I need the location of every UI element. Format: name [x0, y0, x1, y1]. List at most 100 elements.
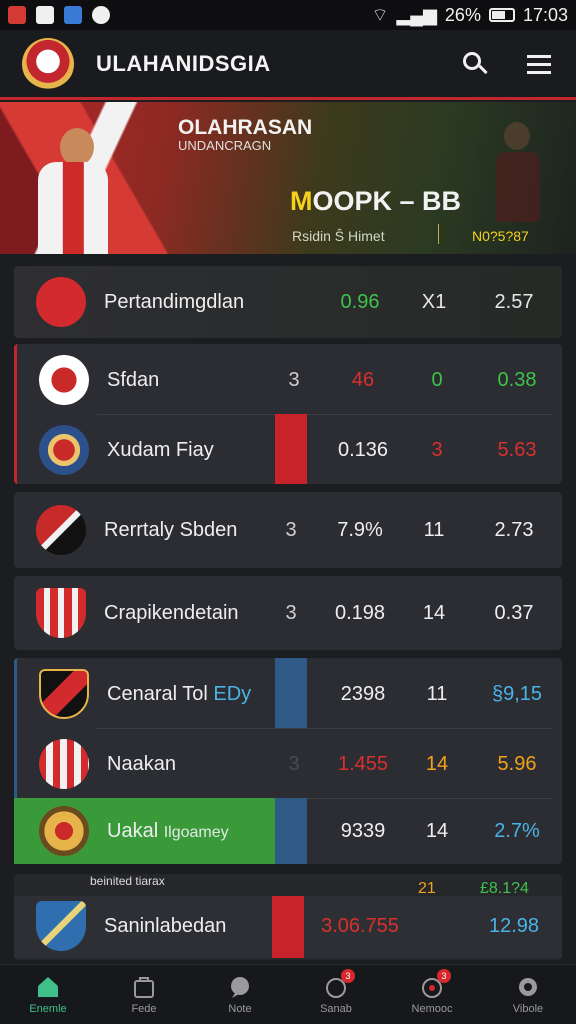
banner-code: N0?5?87 — [472, 228, 529, 244]
whistle-icon — [36, 277, 86, 327]
battery-icon — [488, 8, 515, 22]
stat-2: 9339 — [340, 819, 386, 842]
team-name: Rerrtaly Sbden — [104, 518, 238, 541]
stat-3: 0 — [431, 368, 443, 391]
menu-icon — [527, 54, 551, 58]
stat-4: 5.96 — [497, 752, 537, 775]
team-crest-icon — [36, 505, 86, 555]
battery-percent: 26% — [444, 4, 481, 25]
list-item[interactable]: Rerrtaly Sbden 3 7.9% 11 2.73 — [14, 496, 562, 564]
stat-2: 46 — [351, 368, 375, 391]
nav-nemooc[interactable]: 3 Nemooc — [384, 965, 480, 1024]
team-name: Naakan — [107, 752, 176, 775]
app-title: ULAHANIDSGIA — [96, 50, 271, 76]
odds-2: 2.57 — [494, 290, 534, 313]
stat-3: 11 — [423, 518, 445, 541]
team-crest-icon — [39, 739, 89, 789]
stat-2: 1.455 — [337, 752, 389, 775]
list-item[interactable]: Uakal Ilgoamey 9339 14 2.7% — [17, 797, 565, 865]
search-button[interactable] — [460, 49, 490, 79]
stat-1: 3 — [288, 368, 300, 391]
odds-1: 0.96 — [340, 290, 380, 313]
stat-4: 2.7% — [494, 819, 540, 842]
team-name: Xudam Fiay — [107, 438, 214, 461]
stat-1: 3 — [288, 752, 300, 775]
gallery-icon — [36, 6, 54, 24]
banner-title: OLAHRASAN — [178, 116, 313, 139]
stat-1: 3 — [285, 601, 297, 624]
nav-home[interactable]: Enemle — [0, 965, 96, 1024]
banner-matchup-accent: M — [290, 186, 313, 216]
team-name: Pertandimgdlan — [104, 290, 245, 313]
list-item[interactable]: Cenaral Tol EDy 2398 11 §9,15 — [17, 660, 565, 728]
status-bar: ⌔ ▂▄▆ 26% 17:03 — [0, 0, 576, 30]
nav-vibole[interactable]: Vibole — [480, 965, 576, 1024]
team-name: Uakal Ilgoamey — [107, 819, 229, 842]
team-crest-icon — [36, 901, 86, 951]
odds-x: X1 — [421, 290, 447, 313]
bottom-nav: Enemle Fede Note 3 Sanab 3 Nemooc Vibole — [0, 964, 576, 1024]
chat-icon — [227, 975, 253, 999]
match-card[interactable]: Crapikendetain 3 0.198 14 0.37 — [14, 576, 562, 650]
match-card[interactable]: Rerrtaly Sbden 3 7.9% 11 2.73 — [14, 492, 562, 568]
nav-label: Vibole — [512, 1002, 544, 1015]
match-card[interactable]: Sfdan 3 46 0 0.38 Xudam Fiay 0.136 3 5.6… — [14, 344, 562, 484]
list-item[interactable]: Saninlabedan 3.06.755 12.98 — [14, 892, 562, 960]
list-item[interactable]: Naakan 3 1.455 14 5.96 — [17, 730, 565, 798]
nav-sanab[interactable]: 3 Sanab — [288, 965, 384, 1024]
team-name: Sfdan — [107, 368, 160, 391]
stat-2: 7.9% — [337, 518, 383, 541]
player-jersey — [38, 162, 108, 254]
list-item[interactable]: Xudam Fiay 0.136 3 5.63 — [17, 416, 565, 484]
app-icon — [64, 6, 82, 24]
app-logo — [22, 37, 74, 90]
stat-3: 14 — [425, 819, 449, 842]
gear-icon — [515, 975, 541, 999]
match-card[interactable]: Cenaral Tol EDy 2398 11 §9,15 Naakan 3 1… — [14, 658, 562, 864]
nav-fede[interactable]: Fede — [96, 965, 192, 1024]
stat-3: 3 — [431, 438, 443, 461]
stat-4: 0.37 — [494, 601, 534, 624]
row-subtitle: beinited tiarax — [90, 874, 165, 888]
team-name: Crapikendetain — [104, 601, 239, 624]
team-crest-icon — [39, 425, 89, 475]
team-crest-icon — [36, 588, 86, 638]
team-crest-icon — [39, 355, 89, 405]
stat-3: 14 — [422, 601, 446, 624]
list-item[interactable]: Sfdan 3 46 0 0.38 — [17, 346, 565, 414]
app-header: ULAHANIDSGIA — [0, 30, 576, 100]
stat-4: 0.38 — [497, 368, 537, 391]
notification-badge: 3 — [341, 968, 355, 983]
list-item[interactable]: Crapikendetain 3 0.198 14 0.37 — [14, 579, 562, 647]
banner-matchup-rest: OOPK – BB — [312, 186, 462, 216]
featured-card[interactable]: Pertandimgdlan 0.96 X1 2.57 — [14, 266, 562, 338]
bell-icon: 3 — [323, 968, 355, 999]
banner-matchup: MOOPK – BB — [290, 186, 461, 217]
stat-4: 5.63 — [497, 438, 537, 461]
stat-3: 14 — [425, 752, 449, 775]
nav-label: Fede — [131, 1002, 157, 1015]
stat-3: 11 — [426, 682, 448, 705]
notification-badge: 3 — [437, 968, 451, 983]
menu-button[interactable] — [524, 49, 554, 79]
team-crest-icon — [39, 669, 89, 719]
nav-label: Sanab — [320, 1002, 352, 1015]
home-icon — [35, 975, 61, 999]
signal-icon: ▂▄▆ — [396, 4, 437, 25]
match-card[interactable]: beinited tiarax 21 £8.1?4 Saninlabedan 3… — [14, 874, 562, 960]
nav-note[interactable]: Note — [192, 965, 288, 1024]
banner-divider — [438, 224, 439, 244]
team-name: Cenaral Tol EDy — [107, 682, 252, 705]
nav-label: Enemle — [29, 1002, 67, 1015]
banner-subtitle: UNDANCRAGN — [178, 138, 272, 153]
team-name: Saninlabedan — [104, 914, 227, 937]
nav-label: Note — [228, 1002, 252, 1015]
player-head — [60, 128, 94, 166]
notification-icon — [8, 6, 26, 24]
stat-2: 3.06.755 — [321, 914, 399, 937]
stat-2: 2398 — [340, 682, 386, 705]
list-item[interactable]: Pertandimgdlan 0.96 X1 2.57 — [14, 268, 562, 336]
stat-1: 3 — [285, 518, 297, 541]
bag-icon — [131, 975, 157, 999]
stat-4: 12.98 — [488, 914, 540, 937]
